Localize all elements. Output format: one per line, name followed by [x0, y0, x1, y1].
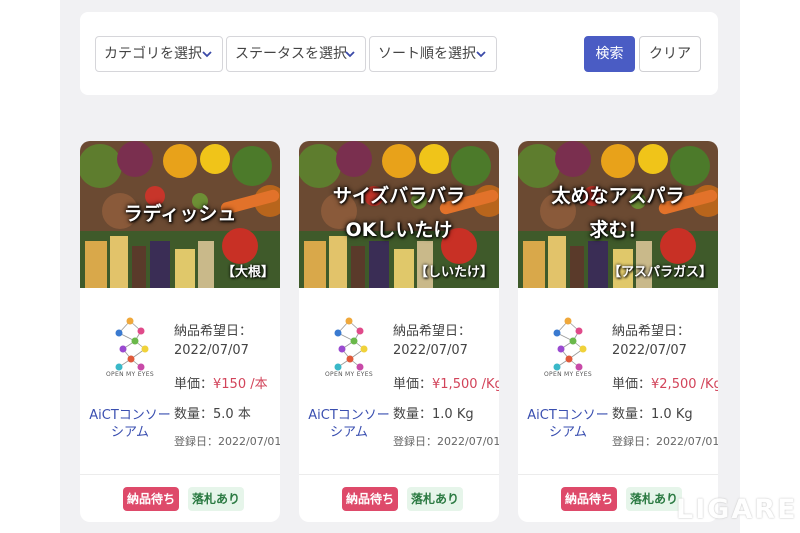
request-card[interactable]: 太めなアスパラ 求む！ 【アスパラガス】 OPEN MY EYES AiCTコン…: [518, 141, 718, 522]
card-category: 【大根】: [221, 265, 274, 280]
quantity-label: 数量：: [174, 407, 214, 422]
card-title: ラディッシュ: [123, 203, 237, 225]
status-badge: 納品待ち: [342, 487, 398, 511]
chevron-down-icon: [345, 51, 355, 58]
unit-price-value: ¥150 /本: [213, 377, 268, 392]
quantity-label: 数量：: [393, 407, 433, 422]
vegetables-photo: 太めなアスパラ 求む！ 【アスパラガス】: [518, 141, 718, 288]
quantity: 数量：1.0 Kg: [612, 403, 693, 422]
unit-price-value: ¥1,500 /Kg: [432, 377, 499, 392]
unit-price-label: 単価：: [612, 377, 652, 392]
status-badge: 納品待ち: [561, 487, 617, 511]
bid-badge: 落札あり: [188, 487, 244, 511]
logo-text: OPEN MY EYES: [106, 371, 154, 378]
card-category: 【しいたけ】: [414, 265, 493, 280]
seller-name: AiCTコンソー: [308, 408, 390, 423]
registered-date: 登録日：2022/07/01: [393, 433, 499, 449]
unit-price-label: 単価：: [174, 377, 214, 392]
card-category: 【アスパラガス】: [607, 265, 712, 280]
seller-name: シアム: [110, 425, 150, 440]
unit-price: 単価：¥1,500 /Kg: [393, 373, 499, 392]
registered-label: 登録日：: [174, 435, 218, 448]
unit-price-value: ¥2,500 /Kg: [651, 377, 718, 392]
unit-price: 単価：¥150 /本: [174, 373, 268, 392]
bid-badge: 落札あり: [626, 487, 682, 511]
logo-text: OPEN MY EYES: [325, 371, 373, 378]
divider: [518, 474, 718, 475]
quantity-value: 5.0 本: [213, 407, 251, 422]
seller-name: AiCTコンソー: [527, 408, 609, 423]
registered-value: 2022/07/01: [656, 435, 718, 448]
status-select-label: ステータスを選択: [235, 46, 347, 62]
card-title: OKしいたけ: [345, 219, 453, 241]
seller-link[interactable]: AiCTコンソー シアム: [307, 407, 391, 441]
unit-price-label: 単価：: [393, 377, 433, 392]
watermark: LIGARE: [676, 494, 798, 525]
category-select-label: カテゴリを選択: [104, 46, 202, 62]
delivery-date-label: 納品希望日：: [393, 324, 472, 339]
bid-badge: 落札あり: [407, 487, 463, 511]
sort-select[interactable]: ソート順を選択: [369, 36, 497, 72]
request-card[interactable]: サイズバラバラ OKしいたけ 【しいたけ】 OPEN MY EYES AiCTコ…: [299, 141, 499, 522]
card-title: 太めなアスパラ: [551, 185, 685, 207]
search-button[interactable]: 検索: [584, 36, 635, 72]
logo-text: OPEN MY EYES: [544, 371, 592, 378]
quantity: 数量：5.0 本: [174, 403, 251, 422]
vegetables-photo: サイズバラバラ OKしいたけ 【しいたけ】: [299, 141, 499, 288]
quantity-value: 1.0 Kg: [432, 407, 474, 422]
sort-select-label: ソート順を選択: [378, 46, 476, 62]
delivery-date-value: 2022/07/07: [612, 343, 687, 358]
status-badge: 納品待ち: [123, 487, 179, 511]
filter-bar: カテゴリを選択 ステータスを選択 ソート順を選択 検索 クリア: [80, 12, 718, 95]
registered-label: 登録日：: [393, 435, 437, 448]
seller-name: シアム: [548, 425, 588, 440]
quantity-label: 数量：: [612, 407, 652, 422]
registered-date: 登録日：2022/07/01: [174, 433, 280, 449]
card-title: サイズバラバラ: [332, 185, 466, 207]
open-my-eyes-logo: [334, 317, 368, 371]
open-my-eyes-logo: [553, 317, 587, 371]
status-select[interactable]: ステータスを選択: [226, 36, 366, 72]
delivery-date-label: 納品希望日：: [174, 324, 253, 339]
open-my-eyes-logo: [115, 317, 149, 371]
registered-date: 登録日：2022/07/01: [612, 433, 718, 449]
seller-name: シアム: [329, 425, 369, 440]
category-select[interactable]: カテゴリを選択: [95, 36, 223, 72]
quantity: 数量：1.0 Kg: [393, 403, 474, 422]
card-title: 求む！: [589, 219, 647, 241]
request-card[interactable]: ラディッシュ 【大根】 OPEN MY EYES AiCTコンソー シアム 納品…: [80, 141, 280, 522]
registered-label: 登録日：: [612, 435, 656, 448]
delivery-date-value: 2022/07/07: [393, 343, 468, 358]
registered-value: 2022/07/01: [437, 435, 499, 448]
delivery-date-label: 納品希望日：: [612, 324, 691, 339]
chevron-down-icon: [202, 51, 212, 58]
seller-name: AiCTコンソー: [89, 408, 171, 423]
chevron-down-icon: [476, 51, 486, 58]
registered-value: 2022/07/01: [218, 435, 280, 448]
divider: [80, 474, 280, 475]
delivery-date-value: 2022/07/07: [174, 343, 249, 358]
clear-button[interactable]: クリア: [639, 36, 701, 72]
vegetables-photo: ラディッシュ 【大根】: [80, 141, 280, 288]
quantity-value: 1.0 Kg: [651, 407, 693, 422]
seller-link[interactable]: AiCTコンソー シアム: [88, 407, 172, 441]
unit-price: 単価：¥2,500 /Kg: [612, 373, 718, 392]
seller-link[interactable]: AiCTコンソー シアム: [526, 407, 610, 441]
divider: [299, 474, 499, 475]
